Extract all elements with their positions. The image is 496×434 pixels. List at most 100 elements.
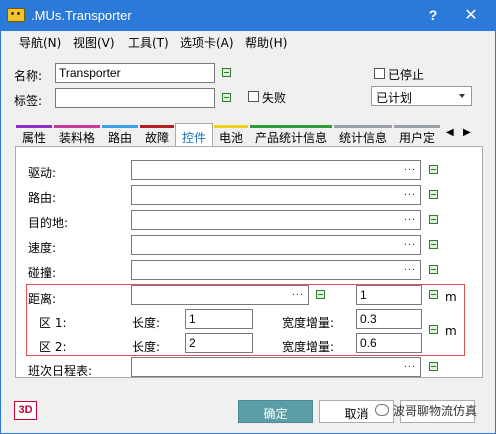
tab-label: 故障 [144, 131, 169, 145]
plan-select[interactable]: 已计划 [371, 86, 472, 106]
tab-label: 装料格 [58, 131, 95, 145]
speed-inherit-icon[interactable] [429, 240, 438, 249]
tag-inherit-icon[interactable] [222, 93, 231, 102]
tab-failures[interactable]: 故障 [139, 125, 175, 147]
browse-icon[interactable]: ... [404, 186, 416, 198]
tab-label: 电池 [218, 131, 243, 145]
chevron-down-icon [459, 94, 465, 98]
zone1-label: 区 1: [39, 316, 67, 330]
tag-field[interactable] [55, 88, 215, 108]
tab-label: 用户定 [398, 131, 435, 145]
menu-view[interactable]: 视图(V) [73, 34, 115, 51]
tab-color-bar [214, 125, 248, 128]
browse-icon[interactable]: ... [404, 161, 416, 173]
zone2-width-label: 宽度增量: [282, 340, 335, 354]
browse-icon[interactable]: ... [404, 358, 416, 370]
distance-unit: m [445, 290, 457, 304]
ok-button[interactable]: 确定 [238, 400, 313, 423]
speed-field[interactable]: ... [131, 235, 421, 255]
menu-navigate[interactable]: 导航(N) [19, 34, 61, 51]
tab-controls[interactable]: 控件 [175, 123, 213, 147]
zone2-length-label: 长度: [132, 340, 161, 354]
tab-routing[interactable]: 路由 [101, 125, 139, 147]
distance-method-field[interactable]: ... [131, 285, 309, 305]
tab-battery[interactable]: 电池 [213, 125, 249, 147]
title-bar: .MUs.Transporter ? ✕ [1, 1, 495, 31]
tab-color-bar [140, 125, 174, 128]
route-label: 路由: [28, 191, 57, 205]
plan-select-value: 已计划 [376, 91, 413, 105]
browse-icon[interactable]: ... [404, 236, 416, 248]
app-icon [7, 8, 25, 22]
tab-statistics[interactable]: 统计信息 [333, 125, 393, 147]
shift-schedule-field[interactable]: ... [131, 357, 421, 377]
tab-user-defined[interactable]: 用户定 [393, 125, 441, 147]
menu-help[interactable]: 帮助(H) [245, 34, 287, 51]
name-field[interactable]: Transporter [55, 63, 215, 83]
tab-label: 产品统计信息 [254, 131, 327, 145]
destination-label: 目的地: [28, 216, 69, 230]
browse-icon[interactable]: ... [292, 286, 304, 298]
distance-method-inherit-icon[interactable] [316, 290, 325, 299]
collision-inherit-icon[interactable] [429, 265, 438, 274]
tag-label: 标签: [14, 94, 43, 108]
tab-color-bar [54, 125, 100, 128]
menu-tabs[interactable]: 选项卡(A) [180, 34, 234, 51]
zone1-length-label: 长度: [132, 316, 161, 330]
collision-field[interactable]: ... [131, 260, 421, 280]
route-field[interactable]: ... [131, 185, 421, 205]
shift-schedule-label: 班次日程表: [28, 364, 93, 378]
collision-label: 碰撞: [28, 266, 57, 280]
zone1-width-field[interactable]: 0.3 [356, 309, 422, 329]
tab-label: 统计信息 [338, 131, 387, 145]
tab-color-bar [334, 125, 392, 128]
zone2-width-field[interactable]: 0.6 [356, 333, 422, 353]
tab-color-bar [250, 125, 332, 128]
menu-bar: 导航(N) 视图(V) 工具(T) 选项卡(A) 帮助(H) [1, 31, 495, 53]
name-inherit-icon[interactable] [222, 68, 231, 77]
browse-icon[interactable]: ... [404, 261, 416, 273]
tab-label: 路由 [107, 131, 132, 145]
zone1-width-label: 宽度增量: [282, 316, 335, 330]
tab-label: 属性 [21, 131, 46, 145]
tab-scroll-right-icon[interactable]: ▶ [463, 127, 471, 138]
stopped-checkbox[interactable] [374, 68, 385, 79]
destination-inherit-icon[interactable] [429, 215, 438, 224]
name-label: 名称: [14, 69, 43, 83]
speed-label: 速度: [28, 241, 57, 255]
zone2-length-field[interactable]: 2 [185, 333, 253, 353]
tab-properties[interactable]: 属性 [15, 125, 53, 147]
route-inherit-icon[interactable] [429, 190, 438, 199]
failed-label: 失败 [262, 91, 287, 105]
zones-unit: m [445, 324, 457, 338]
drive-field[interactable]: ... [131, 160, 421, 180]
stopped-label: 已停止 [388, 68, 425, 82]
menu-tools[interactable]: 工具(T) [128, 34, 169, 51]
drive-label: 驱动: [28, 166, 57, 180]
3d-badge-icon[interactable]: 3D [14, 401, 37, 420]
destination-field[interactable]: ... [131, 210, 421, 230]
close-button[interactable]: ✕ [459, 5, 483, 25]
zone1-length-field[interactable]: 1 [185, 309, 253, 329]
tab-product-stats[interactable]: 产品统计信息 [249, 125, 333, 147]
tab-color-bar [102, 125, 138, 128]
window-title: .MUs.Transporter [31, 8, 132, 23]
distance-label: 距离: [28, 292, 57, 306]
tab-color-bar [394, 125, 440, 128]
dialog-window: .MUs.Transporter ? ✕ 导航(N) 视图(V) 工具(T) 选… [0, 0, 496, 434]
failed-checkbox[interactable] [248, 91, 259, 102]
drive-inherit-icon[interactable] [429, 165, 438, 174]
help-button[interactable]: ? [421, 7, 445, 25]
zones-inherit-icon[interactable] [429, 325, 438, 334]
distance-inherit-icon[interactable] [429, 290, 438, 299]
browse-icon[interactable]: ... [404, 211, 416, 223]
tab-scroll-left-icon[interactable]: ◀ [446, 127, 454, 138]
tab-loading[interactable]: 装料格 [53, 125, 101, 147]
watermark-text: 波哥聊物流仿真 [393, 404, 478, 418]
tab-color-bar [16, 125, 52, 128]
distance-field[interactable]: 1 [356, 285, 422, 305]
shift-schedule-inherit-icon[interactable] [429, 362, 438, 371]
tab-label: 控件 [181, 131, 206, 145]
zone2-label: 区 2: [39, 340, 67, 354]
wechat-icon [375, 404, 389, 416]
